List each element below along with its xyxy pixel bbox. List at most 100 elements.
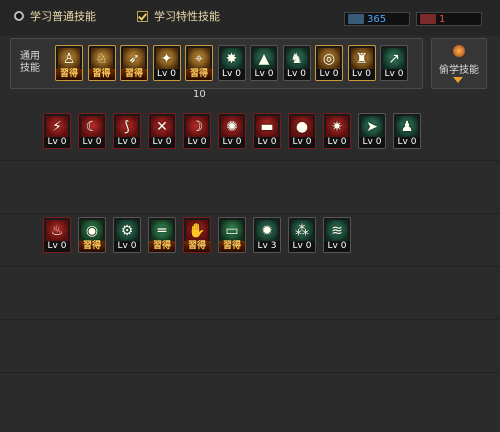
skill-status: Lv 0 — [184, 137, 210, 148]
skill-slot[interactable]: ♙ 習得 — [55, 45, 83, 81]
sickle-icon: ☽ — [190, 119, 204, 135]
shield-ring-icon: ◎ — [322, 51, 336, 67]
skill-status: Lv 0 — [218, 69, 245, 80]
flame-burst-icon: ♨ — [50, 223, 64, 239]
strong-figure-icon: ♜ — [355, 51, 368, 67]
skill-slot[interactable]: ▭ 習得 — [218, 217, 246, 253]
skill-slot[interactable]: ● Lv 0 — [288, 113, 316, 149]
skill-status: Lv 0 — [316, 69, 342, 80]
skill-slot[interactable]: ▬ Lv 0 — [253, 113, 281, 149]
divider — [0, 319, 500, 320]
skill-slot[interactable]: ✷ Lv 0 — [323, 113, 351, 149]
mountain-figure-icon: ▲ — [258, 51, 270, 67]
skill-slot[interactable]: ✕ Lv 0 — [148, 113, 176, 149]
skill-status: Lv 0 — [79, 137, 105, 148]
skill-status: Lv 0 — [289, 137, 315, 148]
slash-arc-icon: ☾ — [85, 119, 99, 135]
skill-slot[interactable]: ✦ Lv 0 — [152, 45, 181, 81]
skill-slot[interactable]: ✸ Lv 0 — [217, 45, 246, 81]
sitting-figure-icon: ♙ — [62, 51, 76, 67]
skill-slot[interactable]: ✋ 習得 — [183, 217, 211, 253]
gear-gun-icon: ⚙ — [120, 223, 134, 239]
lightning-blade-icon: ⚡ — [52, 119, 62, 135]
skill-slot[interactable]: ♨ Lv 0 — [43, 217, 71, 253]
skill-status: Lv 0 — [324, 241, 350, 252]
skill-slot[interactable]: ♞ Lv 0 — [282, 45, 311, 81]
skill-status: Lv 0 — [44, 137, 70, 148]
dash-strike-icon: ➤ — [366, 119, 378, 135]
red-tag-icon — [420, 14, 436, 24]
skill-status: Lv 0 — [251, 69, 277, 80]
tab-trait-label: 学习特性技能 — [154, 10, 220, 23]
general-skills-panel: 通用 技能 ♙ 習得 ♘ 習得 ➶ 習得 ✦ Lv 0 ⌖ 習得 ✸ Lv 0 ▲ Lv 0 ♞ Lv 0 ◎ L… — [10, 38, 423, 89]
rifle-icon: ═ — [157, 223, 167, 239]
tab-trait-skills[interactable]: 学习特性技能 — [137, 8, 220, 24]
grab-icon: ✋ — [188, 223, 206, 239]
red-counter-value: 1 — [439, 13, 446, 25]
cannon-icon: ▬ — [260, 119, 274, 135]
skill-status: 習得 — [149, 241, 175, 252]
skill-slot[interactable]: ✹ Lv 3 — [253, 217, 281, 253]
blue-counter-value: 365 — [367, 13, 387, 25]
skill-status: Lv 0 — [359, 137, 385, 148]
skill-status: Lv 0 — [283, 69, 310, 80]
explosion-icon: ✺ — [226, 119, 238, 135]
skill-status: Lv 0 — [114, 137, 140, 148]
skill-slot[interactable]: ➤ Lv 0 — [358, 113, 386, 149]
skill-slot[interactable]: ◎ Lv 0 — [315, 45, 343, 81]
curved-blade-icon: ⟆ — [124, 119, 130, 135]
steal-label: 偷学技能 — [439, 65, 479, 76]
skill-status: Lv 0 — [381, 69, 407, 80]
skill-slot[interactable]: ♜ Lv 0 — [347, 45, 376, 81]
radio-icon[interactable] — [14, 11, 24, 21]
skill-status: Lv 0 — [219, 137, 245, 148]
top-bar: 学习普通技能 学习特性技能 365 1 — [0, 0, 500, 36]
divider — [0, 213, 500, 214]
skill-status: Lv 0 — [44, 241, 70, 252]
skill-slot[interactable]: ═ 習得 — [148, 217, 176, 253]
skill-status: 習得 — [121, 69, 147, 80]
skill-status: Lv 0 — [348, 69, 375, 80]
wave-icon: ≋ — [331, 223, 343, 239]
skill-status: Lv 0 — [114, 241, 140, 252]
skill-count-label: 10 — [193, 89, 206, 100]
scatter-shot-icon: ⁂ — [295, 223, 309, 239]
skill-slot[interactable]: ≋ Lv 0 — [323, 217, 351, 253]
skill-status: 習得 — [186, 69, 212, 80]
divider — [0, 372, 500, 373]
tab-normal-label: 学习普通技能 — [30, 10, 96, 23]
skill-slot[interactable]: ♟ Lv 0 — [393, 113, 421, 149]
crosshair-icon: ⌖ — [195, 51, 203, 67]
skill-slot[interactable]: ⚙ Lv 0 — [113, 217, 141, 253]
divider — [0, 160, 500, 161]
laser-beam-icon: ▭ — [225, 223, 239, 239]
skill-slot[interactable]: ☾ Lv 0 — [78, 113, 106, 149]
blue-tag-icon — [348, 14, 364, 24]
general-skills-label: 通用 技能 — [17, 51, 43, 75]
skill-slot[interactable]: ▲ Lv 0 — [250, 45, 278, 81]
skill-slot[interactable]: ↗ Lv 0 — [380, 45, 408, 81]
skill-slot[interactable]: ♘ 習得 — [87, 45, 116, 81]
skill-status: Lv 0 — [394, 137, 420, 148]
dropdown-arrow-icon[interactable] — [453, 77, 463, 83]
skill-slot[interactable]: ☽ Lv 0 — [183, 113, 211, 149]
divider — [0, 266, 500, 267]
skill-status: 習得 — [56, 69, 82, 80]
jump-figure-icon: ↗ — [388, 51, 400, 67]
checkbox-icon[interactable] — [137, 10, 148, 22]
skill-slot[interactable]: ◉ 習得 — [78, 217, 106, 253]
skill-status: 習得 — [79, 241, 105, 252]
skill-status: Lv 0 — [324, 137, 350, 148]
spark-blast-icon: ✷ — [331, 119, 343, 135]
skill-slot[interactable]: ⌖ 習得 — [185, 45, 213, 81]
skill-slot[interactable]: ⁂ Lv 0 — [288, 217, 316, 253]
skill-slot[interactable]: ✺ Lv 0 — [218, 113, 246, 149]
claw-strike-icon: ✕ — [156, 119, 168, 135]
skill-slot[interactable]: ⚡ Lv 0 — [43, 113, 71, 149]
skill-status: 習得 — [184, 241, 210, 252]
skill-slot[interactable]: ➶ 習得 — [120, 45, 148, 81]
skill-slot[interactable]: ⟆ Lv 0 — [113, 113, 141, 149]
tab-normal-skills[interactable]: 学习普通技能 — [14, 8, 96, 24]
steal-skill-button[interactable]: 偷学技能 — [431, 38, 487, 89]
skill-status: 習得 — [219, 241, 245, 252]
